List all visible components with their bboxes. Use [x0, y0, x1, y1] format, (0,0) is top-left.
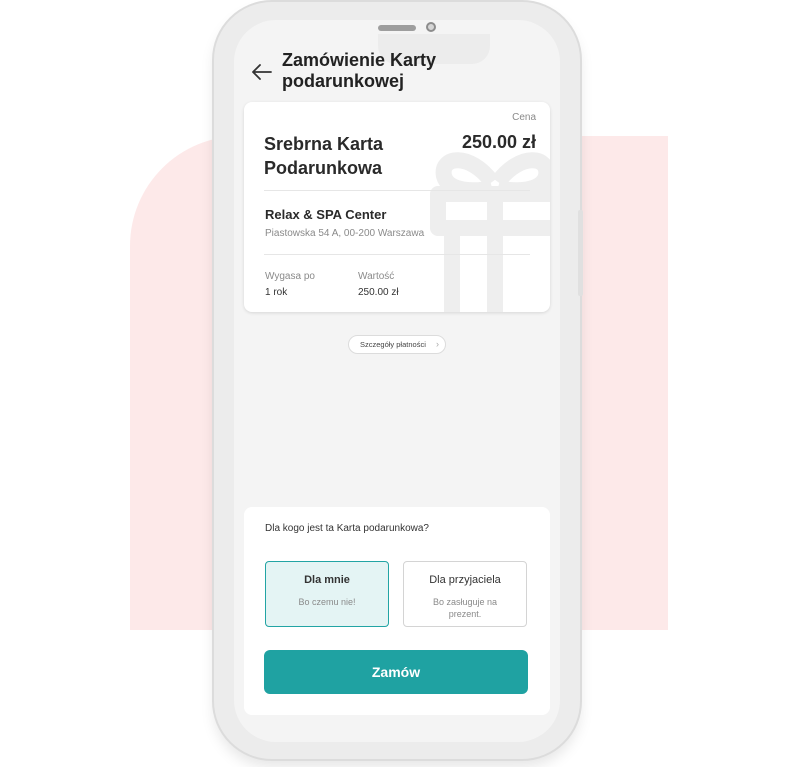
price-label: Cena [512, 112, 536, 123]
option-title: Dla mnie [304, 574, 350, 586]
payment-details-label: Szczegóły płatności [360, 340, 426, 349]
phone-frame: Zamówienie Karty podarunkowej Cena Srebr… [214, 2, 580, 759]
order-button[interactable]: Zamów [264, 650, 528, 694]
venue-address: Piastowska 54 A, 00-200 Warszawa [265, 228, 425, 239]
card-price: 250.00 zł [461, 132, 536, 152]
arrow-left-icon[interactable] [252, 64, 272, 80]
option-subtitle: Bo zasługuje na prezent. [432, 597, 498, 619]
page-title: Zamówienie Karty podarunkowej [282, 50, 437, 91]
option-for-me[interactable]: Dla mnie Bo czemu nie! [265, 561, 389, 627]
expires-label: Wygasa po [265, 271, 315, 282]
phone-speaker [378, 25, 416, 31]
expires-value: 1 rok [265, 287, 288, 298]
value-label: Wartość [358, 271, 395, 282]
phone-camera [426, 22, 436, 32]
payment-details-button[interactable]: Szczegóły płatności › [348, 335, 446, 354]
gift-icon [430, 152, 550, 312]
option-subtitle: Bo czemu nie! [298, 597, 356, 607]
card-name: Srebrna Karta Podarunkowa [264, 134, 384, 178]
venue-name: Relax & SPA Center [265, 207, 387, 222]
value-amount: 250.00 zł [358, 287, 399, 298]
recipient-question: Dla kogo jest ta Karta podarunkowa? [265, 523, 429, 534]
divider [264, 190, 530, 191]
chevron-right-icon: › [436, 339, 439, 349]
option-for-friend[interactable]: Dla przyjaciela Bo zasługuje na prezent. [403, 561, 527, 627]
divider [264, 254, 530, 255]
phone-side-button [578, 210, 583, 296]
gift-card-summary: Cena Srebrna Karta Podarunkowa 250.00 zł… [244, 102, 550, 312]
app-screen: Zamówienie Karty podarunkowej Cena Srebr… [234, 20, 560, 742]
recipient-panel: Dla kogo jest ta Karta podarunkowa? Dla … [244, 507, 550, 715]
option-title: Dla przyjaciela [429, 574, 501, 586]
